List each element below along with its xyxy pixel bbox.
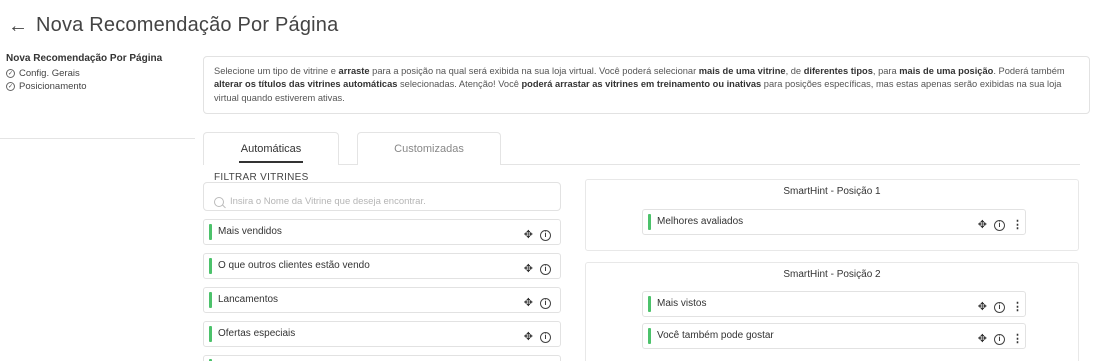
status-bar: [209, 326, 212, 342]
position-panel: SmartHint - Posição 1 Melhores avaliados…: [585, 179, 1079, 251]
info-text: para a posição na qual será exibida na s…: [369, 66, 699, 76]
list-item-shelf[interactable]: Mais vendidos ✥ i: [203, 219, 561, 245]
status-bar: [648, 328, 651, 344]
list-item-shelf[interactable]: Ofertas especiais ✥ i: [203, 321, 561, 347]
shelf-type-tabs: Automáticas Customizadas: [203, 132, 1080, 165]
shelf-label: Você também pode gostar: [657, 330, 774, 341]
list-item-shelf[interactable]: O que outros clientes estão vendo ✥ i: [203, 253, 561, 279]
page-title: Nova Recomendação Por Página: [36, 14, 339, 36]
sidebar-item-config-gerais[interactable]: ✓ Config. Gerais: [6, 68, 196, 79]
info-circle-icon[interactable]: i: [994, 334, 1005, 345]
more-vertical-icon[interactable]: ⋮: [1012, 220, 1023, 231]
info-text-bold: poderá arrastar as vitrines em treinamen…: [521, 79, 762, 90]
shelf-label: O que outros clientes estão vendo: [218, 260, 370, 271]
position-panel: SmartHint - Posição 2 Mais vistos ✥ i ⋮ …: [585, 262, 1079, 361]
info-circle-icon[interactable]: i: [540, 332, 551, 343]
info-circle-icon[interactable]: i: [540, 264, 551, 275]
more-vertical-icon[interactable]: ⋮: [1012, 302, 1023, 313]
filter-panel: FILTRAR VITRINES: [203, 172, 561, 211]
status-bar: [209, 292, 212, 308]
move-arrows-icon[interactable]: ✥: [978, 220, 987, 231]
shelf-label: Mais vistos: [657, 298, 707, 309]
more-vertical-icon[interactable]: ⋮: [1012, 334, 1023, 345]
info-text: , de: [785, 66, 804, 76]
info-text: . Poderá também: [993, 66, 1065, 76]
list-item-shelf-partial[interactable]: [203, 355, 561, 361]
info-circle-icon[interactable]: i: [994, 220, 1005, 231]
position-shelf-item[interactable]: Melhores avaliados ✥ i ⋮: [642, 209, 1026, 235]
shelf-label: Ofertas especiais: [218, 328, 296, 339]
sidebar: Nova Recomendação Por Página ✓ Config. G…: [6, 53, 196, 94]
info-circle-icon[interactable]: i: [994, 302, 1005, 313]
move-arrows-icon[interactable]: ✥: [524, 264, 533, 275]
sidebar-item-label: Config. Gerais: [19, 68, 80, 79]
status-bar: [209, 258, 212, 274]
tab-label: Automáticas: [238, 135, 304, 163]
sidebar-item-posicionamento[interactable]: ✓ Posicionamento: [6, 81, 196, 92]
sidebar-item-label: Posicionamento: [19, 81, 87, 92]
shelf-label: Lancamentos: [218, 294, 279, 305]
position-title: SmartHint - Posição 2: [783, 269, 881, 280]
check-circle-icon: ✓: [6, 69, 15, 78]
info-text: selecionadas. Atenção! Você: [397, 79, 522, 90]
info-text: , para: [872, 66, 900, 76]
tab-customizadas[interactable]: Customizadas: [357, 132, 501, 165]
info-text-bold: mais de uma posição: [899, 66, 994, 76]
tab-automaticas[interactable]: Automáticas: [203, 132, 339, 165]
tab-label: Customizadas: [394, 143, 464, 155]
search-box[interactable]: [203, 182, 561, 211]
move-arrows-icon[interactable]: ✥: [524, 230, 533, 241]
position-shelf-item[interactable]: Mais vistos ✥ i ⋮: [642, 291, 1026, 317]
list-item-shelf[interactable]: Lancamentos ✥ i: [203, 287, 561, 313]
instructions-box: Selecione um tipo de vitrine e arraste p…: [203, 56, 1090, 114]
move-arrows-icon[interactable]: ✥: [524, 298, 533, 309]
info-text-bold: diferentes tipos: [803, 66, 873, 76]
position-title: SmartHint - Posição 1: [783, 186, 881, 197]
search-icon: [214, 196, 224, 207]
position-shelf-item[interactable]: Você também pode gostar ✥ i ⋮: [642, 323, 1026, 349]
shelf-label: Melhores avaliados: [657, 216, 744, 227]
status-bar: [209, 224, 212, 240]
info-circle-icon[interactable]: i: [540, 230, 551, 241]
move-arrows-icon[interactable]: ✥: [524, 332, 533, 343]
status-bar: [648, 214, 651, 230]
check-circle-icon: ✓: [6, 82, 15, 91]
move-arrows-icon[interactable]: ✥: [978, 302, 987, 313]
shelf-label: Mais vendidos: [218, 226, 282, 237]
info-text-bold: mais de uma vitrine: [698, 66, 786, 76]
info-text: Selecione um tipo de vitrine e: [214, 66, 339, 76]
sidebar-divider: [0, 138, 195, 139]
arrow-left-icon[interactable]: ←: [8, 16, 28, 36]
search-input[interactable]: [230, 196, 530, 207]
info-circle-icon[interactable]: i: [540, 298, 551, 309]
move-arrows-icon[interactable]: ✥: [978, 334, 987, 345]
sidebar-title: Nova Recomendação Por Página: [6, 53, 163, 64]
status-bar: [648, 296, 651, 312]
info-text-bold: alterar os títulos das vitrines automáti…: [214, 79, 398, 90]
page-header: ← Nova Recomendação Por Página: [8, 14, 338, 37]
info-text-bold: arraste: [338, 66, 370, 76]
